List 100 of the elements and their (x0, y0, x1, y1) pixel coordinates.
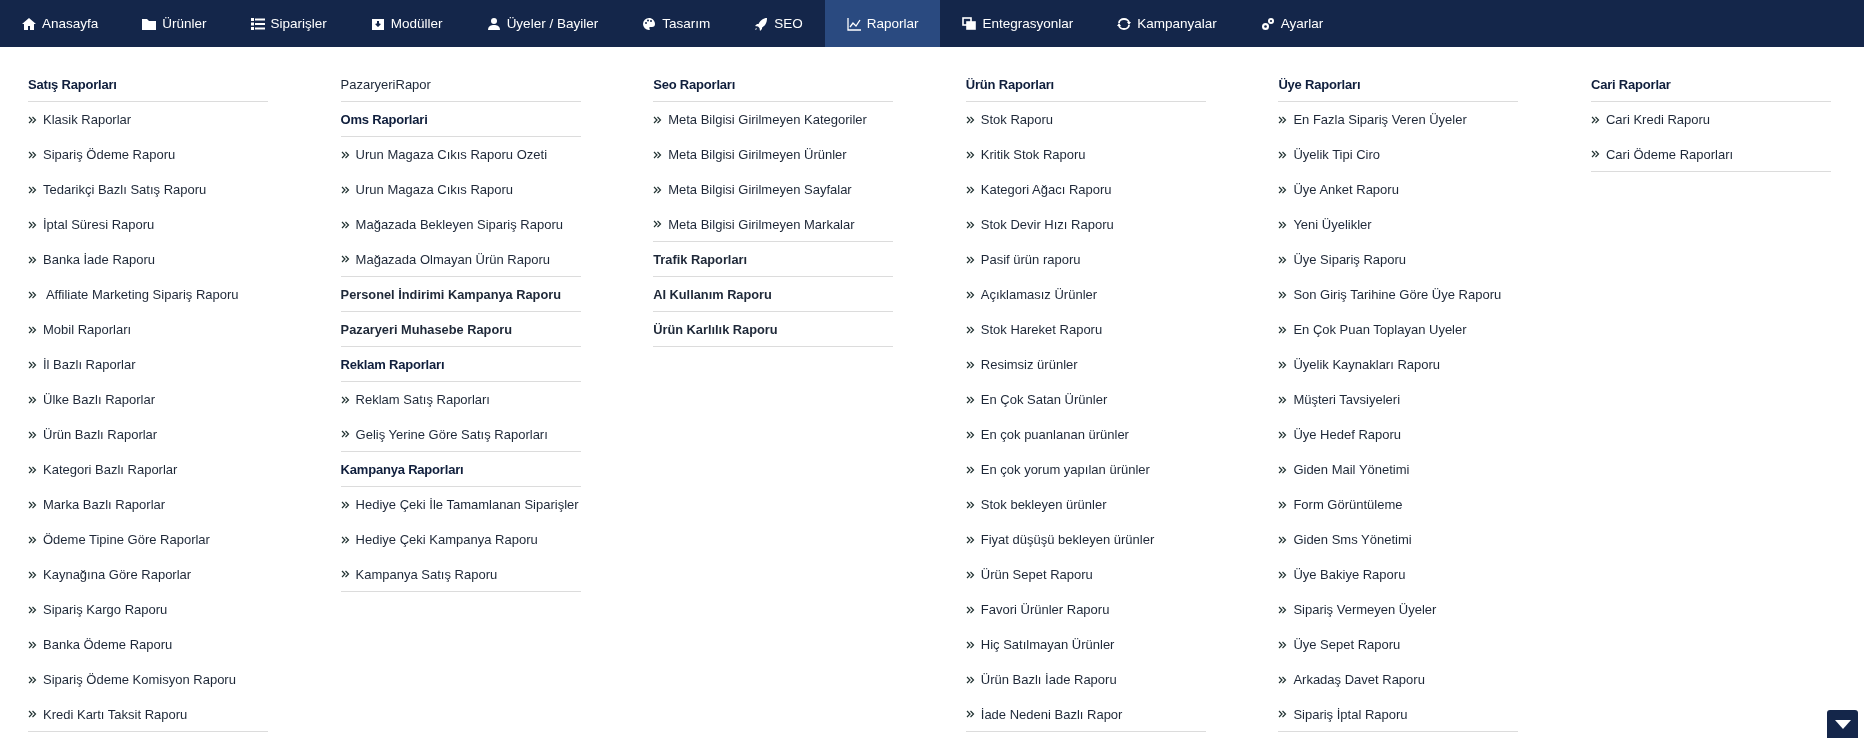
report-link[interactable]: Ülke Bazlı Raporlar (28, 382, 268, 417)
report-link[interactable]: Urun Magaza Cıkıs Raporu Ozeti (340, 137, 581, 172)
report-link[interactable]: Üye Sepet Raporu (1278, 627, 1519, 662)
report-link[interactable]: Stok Devir Hızı Raporu (965, 207, 1206, 242)
report-link[interactable]: Geliş Yerine Göre Satış Raporları (340, 417, 581, 452)
report-link[interactable]: İptal Süresi Raporu (28, 207, 268, 242)
report-link[interactable]: Ürün Bazlı Raporlar (28, 417, 268, 452)
report-link[interactable]: Urun Magaza Cıkıs Raporu (340, 172, 581, 207)
double-chevron-icon (1278, 115, 1288, 124)
report-link[interactable]: Üye Sipariş Raporu (1278, 242, 1519, 277)
report-link[interactable]: Reklam Satış Raporları (340, 382, 581, 417)
report-link[interactable]: Giden Sms Yönetimi (1278, 522, 1519, 557)
report-link[interactable]: Üye Anket Raporu (1278, 172, 1519, 207)
nav-tab[interactable]: Entegrasyonlar (940, 0, 1096, 47)
report-link[interactable]: Üye Bakiye Raporu (1278, 557, 1519, 592)
nav-tab[interactable]: Ayarlar (1238, 0, 1346, 47)
nav-tab[interactable]: Anasayfa (0, 0, 121, 47)
report-link[interactable]: Klasik Raporlar (28, 102, 268, 137)
report-link[interactable]: İl Bazlı Raporlar (28, 347, 268, 382)
double-chevron-icon (965, 255, 975, 264)
report-link[interactable]: Kaynağına Göre Raporlar (28, 557, 268, 592)
report-link[interactable]: Son Giriş Tarihine Göre Üye Raporu (1278, 277, 1519, 312)
report-link[interactable]: En Çok Puan Toplayan Uyeler (1278, 312, 1519, 347)
report-link[interactable]: Meta Bilgisi Girilmeyen Markalar (653, 207, 894, 242)
report-link[interactable]: Hiç Satılmayan Ürünler (965, 627, 1206, 662)
report-link[interactable]: Meta Bilgisi Girilmeyen Ürünler (653, 137, 894, 172)
double-chevron-icon (965, 360, 975, 369)
report-link[interactable]: Kategori Bazlı Raporlar (28, 452, 268, 487)
report-link[interactable]: En Çok Satan Ürünler (965, 382, 1206, 417)
report-link[interactable]: Mağazada Bekleyen Sipariş Raporu (340, 207, 581, 242)
report-link[interactable]: Kampanya Satış Raporu (340, 557, 581, 592)
report-link[interactable]: Banka Ödeme Raporu (28, 627, 268, 662)
report-link[interactable]: Favori Ürünler Raporu (965, 592, 1206, 627)
rocket-icon (754, 16, 769, 31)
report-link[interactable]: Meta Bilgisi Girilmeyen Kategoriler (653, 102, 894, 137)
double-chevron-icon (1278, 220, 1288, 229)
report-link[interactable]: Form Görüntüleme (1278, 487, 1519, 522)
report-link[interactable]: Ödeme Tipine Göre Raporlar (28, 522, 268, 557)
double-chevron-icon (1278, 150, 1288, 159)
double-chevron-icon (1278, 500, 1288, 509)
report-link[interactable]: Hediye Çeki Kampanya Raporu (340, 522, 581, 557)
report-link[interactable]: Sipariş Kargo Raporu (28, 592, 268, 627)
double-chevron-icon (965, 535, 975, 544)
report-link[interactable]: Üyelik Tipi Ciro (1278, 137, 1519, 172)
report-link[interactable]: Giden Mail Yönetimi (1278, 452, 1519, 487)
double-chevron-icon (28, 640, 37, 649)
report-link[interactable]: Tedarikçi Bazlı Satış Raporu (28, 172, 268, 207)
section-heading: Seo Raporları (653, 67, 894, 102)
report-link[interactable]: Meta Bilgisi Girilmeyen Sayfalar (653, 172, 894, 207)
report-link[interactable]: Kategori Ağacı Raporu (965, 172, 1206, 207)
report-link[interactable]: İade Nedeni Bazlı Rapor (965, 697, 1206, 732)
report-link[interactable]: Sipariş Ödeme Raporu (28, 137, 268, 172)
report-link[interactable]: Sipariş Ödeme Komisyon Raporu (28, 662, 268, 697)
report-link[interactable]: Müşteri Tavsiyeleri (1278, 382, 1519, 417)
report-link[interactable]: Ürün Sepet Raporu (965, 557, 1206, 592)
report-link[interactable]: Marka Bazlı Raporlar (28, 487, 268, 522)
nav-tab[interactable]: Ürünler (120, 0, 229, 47)
report-link[interactable]: Mobil Raporları (28, 312, 268, 347)
caret-down-icon (1834, 719, 1851, 729)
double-chevron-icon (1278, 535, 1288, 544)
double-chevron-icon (1278, 465, 1288, 474)
report-link[interactable]: Stok bekleyen ürünler (965, 487, 1206, 522)
double-chevron-icon (965, 605, 975, 614)
report-link[interactable]: Kredi Kartı Taksit Raporu (28, 697, 268, 732)
report-link[interactable]: Arkadaş Davet Raporu (1278, 662, 1519, 697)
report-link[interactable]: Pasif ürün raporu (965, 242, 1206, 277)
nav-tab[interactable]: Üyeler / Bayiler (464, 0, 621, 47)
nav-tab[interactable]: Kampanyalar (1095, 0, 1239, 47)
report-link[interactable]: Banka İade Raporu (28, 242, 268, 277)
report-link[interactable]: Affiliate Marketing Sipariş Raporu (28, 277, 268, 312)
report-link[interactable]: En çok puanlanan ürünler (965, 417, 1206, 452)
report-link[interactable]: En Fazla Sipariş Veren Üyeler (1278, 102, 1519, 137)
report-link[interactable]: Açıklamasız Ürünler (965, 277, 1206, 312)
report-link[interactable]: En çok yorum yapılan ürünler (965, 452, 1206, 487)
double-chevron-icon (1278, 325, 1288, 334)
double-chevron-icon (28, 605, 37, 614)
double-chevron-icon (965, 570, 975, 579)
report-link[interactable]: Mağazada Olmayan Ürün Raporu (340, 242, 581, 277)
double-chevron-icon (340, 185, 350, 194)
report-link[interactable]: Fiyat düşüşü bekleyen ürünler (965, 522, 1206, 557)
nav-tab[interactable]: Modüller (348, 0, 465, 47)
nav-tab[interactable]: Tasarım (620, 0, 733, 47)
report-link[interactable]: Sipariş Vermeyen Üyeler (1278, 592, 1519, 627)
report-link[interactable]: Kritik Stok Raporu (965, 137, 1206, 172)
report-link[interactable]: Resimsiz ürünler (965, 347, 1206, 382)
nav-tab[interactable]: SEO (732, 0, 825, 47)
report-link[interactable]: Cari Ödeme Raporları (1590, 137, 1831, 172)
report-link[interactable]: Hediye Çeki İle Tamamlanan Siparişler (340, 487, 581, 522)
report-link[interactable]: Üyelik Kaynakları Raporu (1278, 347, 1519, 382)
double-chevron-icon (340, 395, 350, 404)
report-link[interactable]: Ürün Bazlı İade Raporu (965, 662, 1206, 697)
report-link[interactable]: Üye Hedef Raporu (1278, 417, 1519, 452)
report-link[interactable]: Yeni Üyelikler (1278, 207, 1519, 242)
scroll-down-button[interactable] (1827, 710, 1858, 738)
report-link[interactable]: Sipariş İptal Raporu (1278, 697, 1519, 732)
report-link[interactable]: Stok Hareket Raporu (965, 312, 1206, 347)
report-link[interactable]: Stok Raporu (965, 102, 1206, 137)
report-link[interactable]: Cari Kredi Raporu (1590, 102, 1831, 137)
nav-tab[interactable]: Siparişler (228, 0, 349, 47)
nav-tab[interactable]: Raporlar (824, 0, 941, 47)
